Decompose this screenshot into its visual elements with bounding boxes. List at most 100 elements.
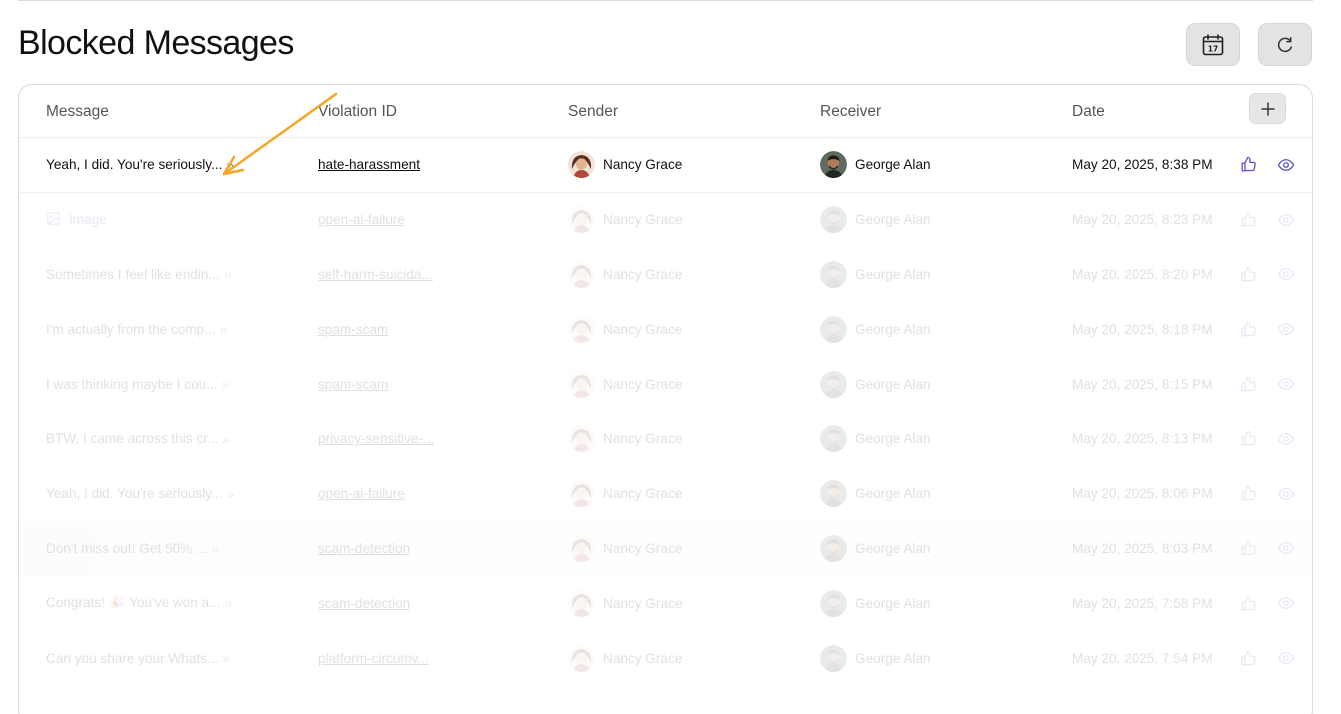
receiver-name: George Alan [855,595,931,611]
header-violation-id[interactable]: Violation ID [318,103,397,121]
table-row[interactable]: Don't miss out! Get 50% ...» scam-detecti… [19,521,1312,577]
calendar-icon: 17 [1202,33,1224,55]
receiver-avatar [820,534,847,562]
table-row[interactable]: Sometimes I feel like endin...» self-harm… [19,248,1312,303]
double-chevron-right-icon[interactable]: » [224,595,232,611]
view-button[interactable] [1277,302,1297,356]
double-chevron-right-icon[interactable]: » [226,157,234,173]
table-row[interactable]: I'm actually from the comp...» spam-scam N… [19,302,1312,358]
image-message[interactable]: Image [46,211,107,229]
double-chevron-right-icon[interactable]: » [211,540,219,556]
message-cell: I'm actually from the comp...» [46,302,246,356]
like-button[interactable] [1240,138,1260,192]
date-cell: May 20, 2025, 8:18 PM [1072,302,1232,356]
message-text: Yeah, I did. You're seriously... [46,157,223,173]
violation-id-link[interactable]: self-harm-suicida... [318,267,433,282]
like-button[interactable] [1240,248,1260,302]
violation-id-link[interactable]: platform-circumv... [318,651,429,666]
view-button[interactable] [1277,193,1297,247]
violation-id-link[interactable]: open-ai-failure [318,486,405,501]
thumbs-up-icon [1240,485,1257,502]
sender-avatar [568,644,595,672]
receiver-cell: George Alan [820,138,1040,192]
view-button[interactable] [1277,522,1297,576]
date-text: May 20, 2025, 8:03 PM [1072,540,1213,556]
message-text: Yeah, I did. You're seriously... [46,486,223,502]
table-row[interactable]: Congrats! 🎉 You've won a...» scam-detecti… [19,576,1312,632]
receiver-avatar [820,315,847,343]
like-button[interactable] [1240,357,1260,411]
like-button[interactable] [1240,576,1260,630]
view-button[interactable] [1277,248,1297,302]
table-row[interactable]: Yeah, I did. You're seriously...» open-ai… [19,467,1312,522]
violation-id-cell: scam-detection [318,522,478,576]
violation-id-link[interactable]: spam-scam [318,377,388,392]
receiver-cell: George Alan [820,248,1040,302]
date-text: May 20, 2025, 8:13 PM [1072,431,1213,447]
violation-id-link[interactable]: spam-scam [318,322,388,337]
receiver-avatar [820,151,847,179]
thumbs-up-icon [1240,430,1257,447]
receiver-avatar [820,370,847,398]
table-row[interactable]: Image open-ai-failure Nancy Grace George Al… [19,193,1312,248]
like-button[interactable] [1240,631,1260,685]
add-column-button[interactable] [1249,93,1286,124]
like-button[interactable] [1240,412,1260,466]
eye-icon [1277,265,1295,283]
sender-avatar [568,206,595,234]
sender-avatar [568,425,595,453]
double-chevron-right-icon[interactable]: » [222,650,230,666]
message-cell: Congrats! 🎉 You've won a...» [46,576,246,630]
receiver-cell: George Alan [820,302,1040,356]
date-filter-button[interactable]: 17 [1186,23,1240,66]
header-receiver[interactable]: Receiver [820,103,881,121]
view-button[interactable] [1277,467,1297,521]
view-button[interactable] [1277,631,1297,685]
table-row[interactable]: I was thinking maybe I cou...» spam-scam N… [19,357,1312,412]
view-button[interactable] [1277,576,1297,630]
sender-name: Nancy Grace [603,266,683,282]
violation-id-link[interactable]: privacy-sensitive-... [318,431,434,446]
sender-name: Nancy Grace [603,321,683,337]
table-row[interactable]: Yeah, I did. You're seriously...» hate-ha… [19,138,1312,193]
sender-cell: Nancy Grace [568,467,788,521]
message-text: Image [69,212,107,228]
violation-id-link[interactable]: scam-detection [318,541,410,556]
violation-id-cell: privacy-sensitive-... [318,412,478,466]
violation-id-link[interactable]: hate-harassment [318,157,420,172]
eye-icon [1277,594,1295,612]
sender-name: Nancy Grace [603,431,683,447]
refresh-button[interactable] [1258,23,1312,66]
double-chevron-right-icon[interactable]: » [226,486,234,502]
message-cell: I was thinking maybe I cou...» [46,357,246,411]
double-chevron-right-icon[interactable]: » [222,431,230,447]
violation-id-link[interactable]: open-ai-failure [318,212,405,227]
message-text: BTW, I came across this cr... [46,431,219,447]
double-chevron-right-icon[interactable]: » [222,376,230,392]
receiver-name: George Alan [855,486,931,502]
message-cell: Yeah, I did. You're seriously...» [46,467,246,521]
header-message[interactable]: Message [46,103,109,121]
date-text: May 20, 2025, 8:18 PM [1072,321,1213,337]
header-date[interactable]: Date [1072,103,1105,121]
blocked-messages-table: Message Violation ID Sender Receiver Dat… [18,84,1313,714]
view-button[interactable] [1277,357,1297,411]
date-text: May 20, 2025, 8:38 PM [1072,157,1213,173]
like-button[interactable] [1240,302,1260,356]
header-sender[interactable]: Sender [568,103,618,121]
sender-avatar [568,370,595,398]
message-cell: Yeah, I did. You're seriously...» [46,138,246,192]
like-button[interactable] [1240,522,1260,576]
message-text: I was thinking maybe I cou... [46,376,218,392]
table-row[interactable]: Can you share your Whats...» platform-cir… [19,631,1312,686]
sender-cell: Nancy Grace [568,302,788,356]
table-row[interactable]: BTW, I came across this cr...» privacy-se… [19,412,1312,467]
like-button[interactable] [1240,467,1260,521]
double-chevron-right-icon[interactable]: » [220,321,228,337]
view-button[interactable] [1277,412,1297,466]
double-chevron-right-icon[interactable]: » [224,266,232,282]
violation-id-cell: platform-circumv... [318,631,478,685]
like-button[interactable] [1240,193,1260,247]
violation-id-link[interactable]: scam-detection [318,596,410,611]
view-button[interactable] [1277,138,1297,192]
